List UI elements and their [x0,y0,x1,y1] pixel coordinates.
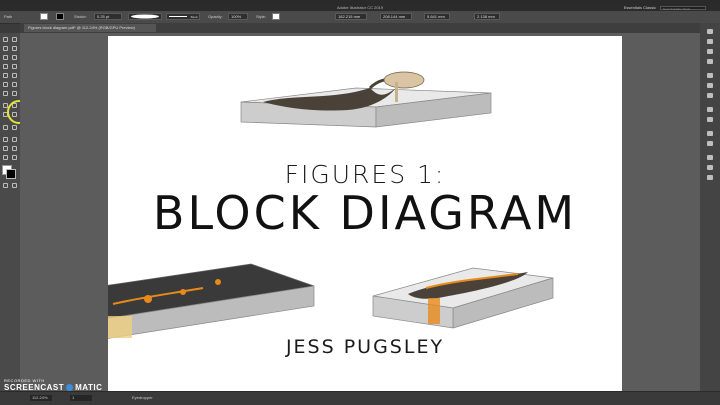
align-panel-icon[interactable] [707,155,713,160]
slice-tool-icon[interactable] [12,146,17,151]
dike-block-diagram [372,267,554,329]
lasso-tool-icon[interactable] [12,46,17,51]
brush-definition[interactable]: Basic [166,13,200,20]
status-bar: 112.24% 1 Eyedropper [0,391,720,405]
watermark-screencast: SCREENCAST [4,383,65,392]
zoom-field[interactable]: 112.24% [30,395,52,401]
graphic-styles-panel-icon[interactable] [707,117,713,122]
artboard-page-field[interactable]: 1 [70,395,92,401]
x-field[interactable]: 182.215 mm [335,13,367,20]
stroke-swatch[interactable] [56,13,64,20]
stroke-panel-icon[interactable] [707,73,713,78]
document-tab[interactable]: Figures block diagram.pdf* @ 112.24% (RG… [24,24,156,32]
graphic-style-swatch[interactable] [272,13,280,20]
eraser-tool-icon[interactable] [3,91,8,96]
direct-selection-tool-icon[interactable] [12,37,17,42]
style-label: Style: [256,14,267,19]
swatches-panel-icon[interactable] [707,39,713,44]
fill-swatch[interactable] [40,13,48,20]
opacity-label: Opacity: [208,14,223,19]
width-field[interactable]: 5.641 mm [424,13,450,20]
rectangle-tool-icon[interactable] [3,73,8,78]
mushroom-block-diagram [240,71,492,128]
blend-tool-icon[interactable] [12,125,17,130]
figure-subtitle: BLOCK DIAGRAM [152,186,578,240]
stock-search-input[interactable]: Search Adobe Stock [660,6,706,11]
selection-tool-icon[interactable] [3,37,8,42]
watermark-logo-text: SCREENCAST MATIC [4,383,102,392]
eyedropper-tool-icon[interactable] [3,125,8,130]
layers-panel-icon[interactable] [707,131,713,136]
width-profile-icon [131,14,159,19]
panel-dock [700,23,720,391]
artboard[interactable]: FIGURES 1: BLOCK DIAGRAM JESS PUGSLEY [108,36,622,394]
shaper-tool-icon[interactable] [3,82,8,87]
figure-title: FIGURES 1: [284,160,446,189]
mesh-tool-icon[interactable] [12,183,17,188]
zoom-tool-icon[interactable] [12,155,17,160]
pathfinder-panel-icon[interactable] [707,165,713,170]
pen-tool-icon[interactable] [3,55,8,60]
stroke-color-box[interactable] [6,169,16,179]
artboard-tool-icon[interactable] [3,146,8,151]
rotate-tool-icon[interactable] [12,91,17,96]
symbol-sprayer-tool-icon[interactable] [3,137,8,142]
watermark-matic: MATIC [75,383,103,392]
line-tool-icon[interactable] [12,64,17,69]
symbols-panel-icon[interactable] [707,59,713,64]
watermark-logo-icon [66,384,74,391]
paintbrush-tool-icon[interactable] [12,73,17,78]
brushes-panel-icon[interactable] [707,49,713,54]
lava-block-diagram [108,263,315,339]
author-name: JESS PUGSLEY [285,336,445,358]
opacity-field[interactable]: 100% [228,13,248,20]
current-tool-label: Eyedropper [132,395,153,400]
selection-type: Path [4,14,13,19]
screencast-watermark: RECORDED WITH SCREENCAST MATIC [4,378,102,392]
brush-stroke-icon [169,16,187,17]
artboards-panel-icon[interactable] [707,141,713,146]
brush-label: Basic [190,15,198,19]
height-field[interactable]: 2.138 mm [474,13,500,20]
stroke-weight-field[interactable]: 0.25 pt [94,13,122,20]
variable-width-profile[interactable] [128,13,162,20]
stroke-label: Stroke: [74,14,87,19]
transparency-panel-icon[interactable] [707,93,713,98]
appearance-panel-icon[interactable] [707,107,713,112]
color-panel-icon[interactable] [707,29,713,34]
y-field[interactable]: 208.144 mm [380,13,412,20]
magic-wand-tool-icon[interactable] [3,46,8,51]
curvature-tool-icon[interactable] [12,55,17,60]
gradient-panel-icon[interactable] [707,83,713,88]
hand-tool-icon[interactable] [3,155,8,160]
gradient-tool-icon[interactable] [3,183,8,188]
transform-panel-icon[interactable] [707,175,713,180]
pencil-tool-icon[interactable] [12,82,17,87]
graph-tool-icon[interactable] [12,137,17,142]
tools-panel [0,33,20,391]
type-tool-icon[interactable] [3,64,8,69]
